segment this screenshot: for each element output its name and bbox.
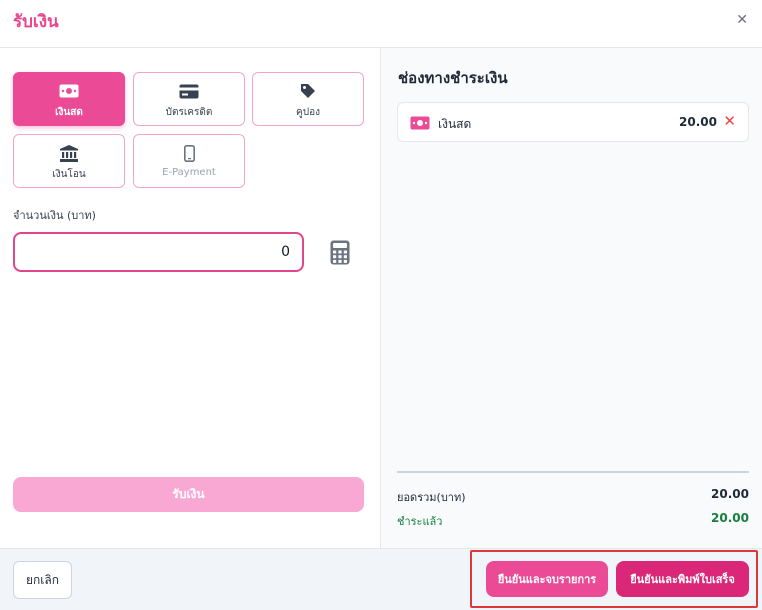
method-bank-transfer-button[interactable]: เงินโอน <box>13 134 125 188</box>
calculator-icon[interactable] <box>330 240 350 265</box>
paid-label: ชำระแล้ว <box>397 515 443 528</box>
cancel-button[interactable]: ยกเลิก <box>13 561 72 599</box>
receive-payment-button[interactable]: รับเงิน <box>13 477 364 512</box>
cash-icon <box>410 115 430 134</box>
amount-input[interactable] <box>13 232 304 272</box>
method-cash-label: เงินสด <box>55 107 83 118</box>
total-value: 20.00 <box>711 487 749 501</box>
payment-channel-row: เงินสด 20.00 ✕ <box>397 102 749 142</box>
paid-value: 20.00 <box>711 511 749 525</box>
method-coupon-label: คูปอง <box>296 107 320 118</box>
payment-entry-panel: เงินสด บัตรเครดิต คูปอง เงินโอน E-Paymen… <box>0 48 380 548</box>
method-cash-button[interactable]: เงินสด <box>13 72 125 126</box>
method-epayment-label: E-Payment <box>162 167 216 178</box>
coupon-tag-icon <box>301 84 315 98</box>
confirm-close-button[interactable]: ยืนยันและจบรายการ <box>486 561 608 597</box>
dialog-header: รับเงิน ✕ <box>0 0 762 48</box>
bank-icon <box>60 144 78 162</box>
payment-channel-amount: 20.00 <box>679 115 717 129</box>
method-credit-card-button[interactable]: บัตรเครดิต <box>133 72 245 126</box>
dialog-footer: ยกเลิก ยืนยันและจบรายการ ยืนยันและพิมพ์ใ… <box>0 548 762 610</box>
method-coupon-button[interactable]: คูปอง <box>252 72 364 126</box>
method-credit-card-label: บัตรเครดิต <box>165 107 213 118</box>
payment-channels-panel: ช่องทางชำระเงิน เงินสด 20.00 ✕ ยอดรวม(บา… <box>381 48 762 548</box>
remove-icon[interactable]: ✕ <box>723 112 736 130</box>
payment-channels-title: ช่องทางชำระเงิน <box>398 69 508 87</box>
confirm-print-button[interactable]: ยืนยันและพิมพ์ใบเสร็จ <box>616 561 749 597</box>
close-icon[interactable]: ✕ <box>736 12 748 28</box>
summary-divider <box>397 471 749 473</box>
cash-icon <box>59 84 79 98</box>
method-bank-transfer-label: เงินโอน <box>52 169 86 180</box>
total-label: ยอดรวม(บาท) <box>397 491 466 504</box>
mobile-phone-icon <box>183 144 195 162</box>
amount-label: จำนวนเงิน (บาท) <box>13 209 96 222</box>
payment-channel-name: เงินสด <box>438 117 472 131</box>
dialog-title: รับเงิน <box>13 12 59 32</box>
credit-card-icon <box>179 84 199 98</box>
method-epayment-button[interactable]: E-Payment <box>133 134 245 188</box>
